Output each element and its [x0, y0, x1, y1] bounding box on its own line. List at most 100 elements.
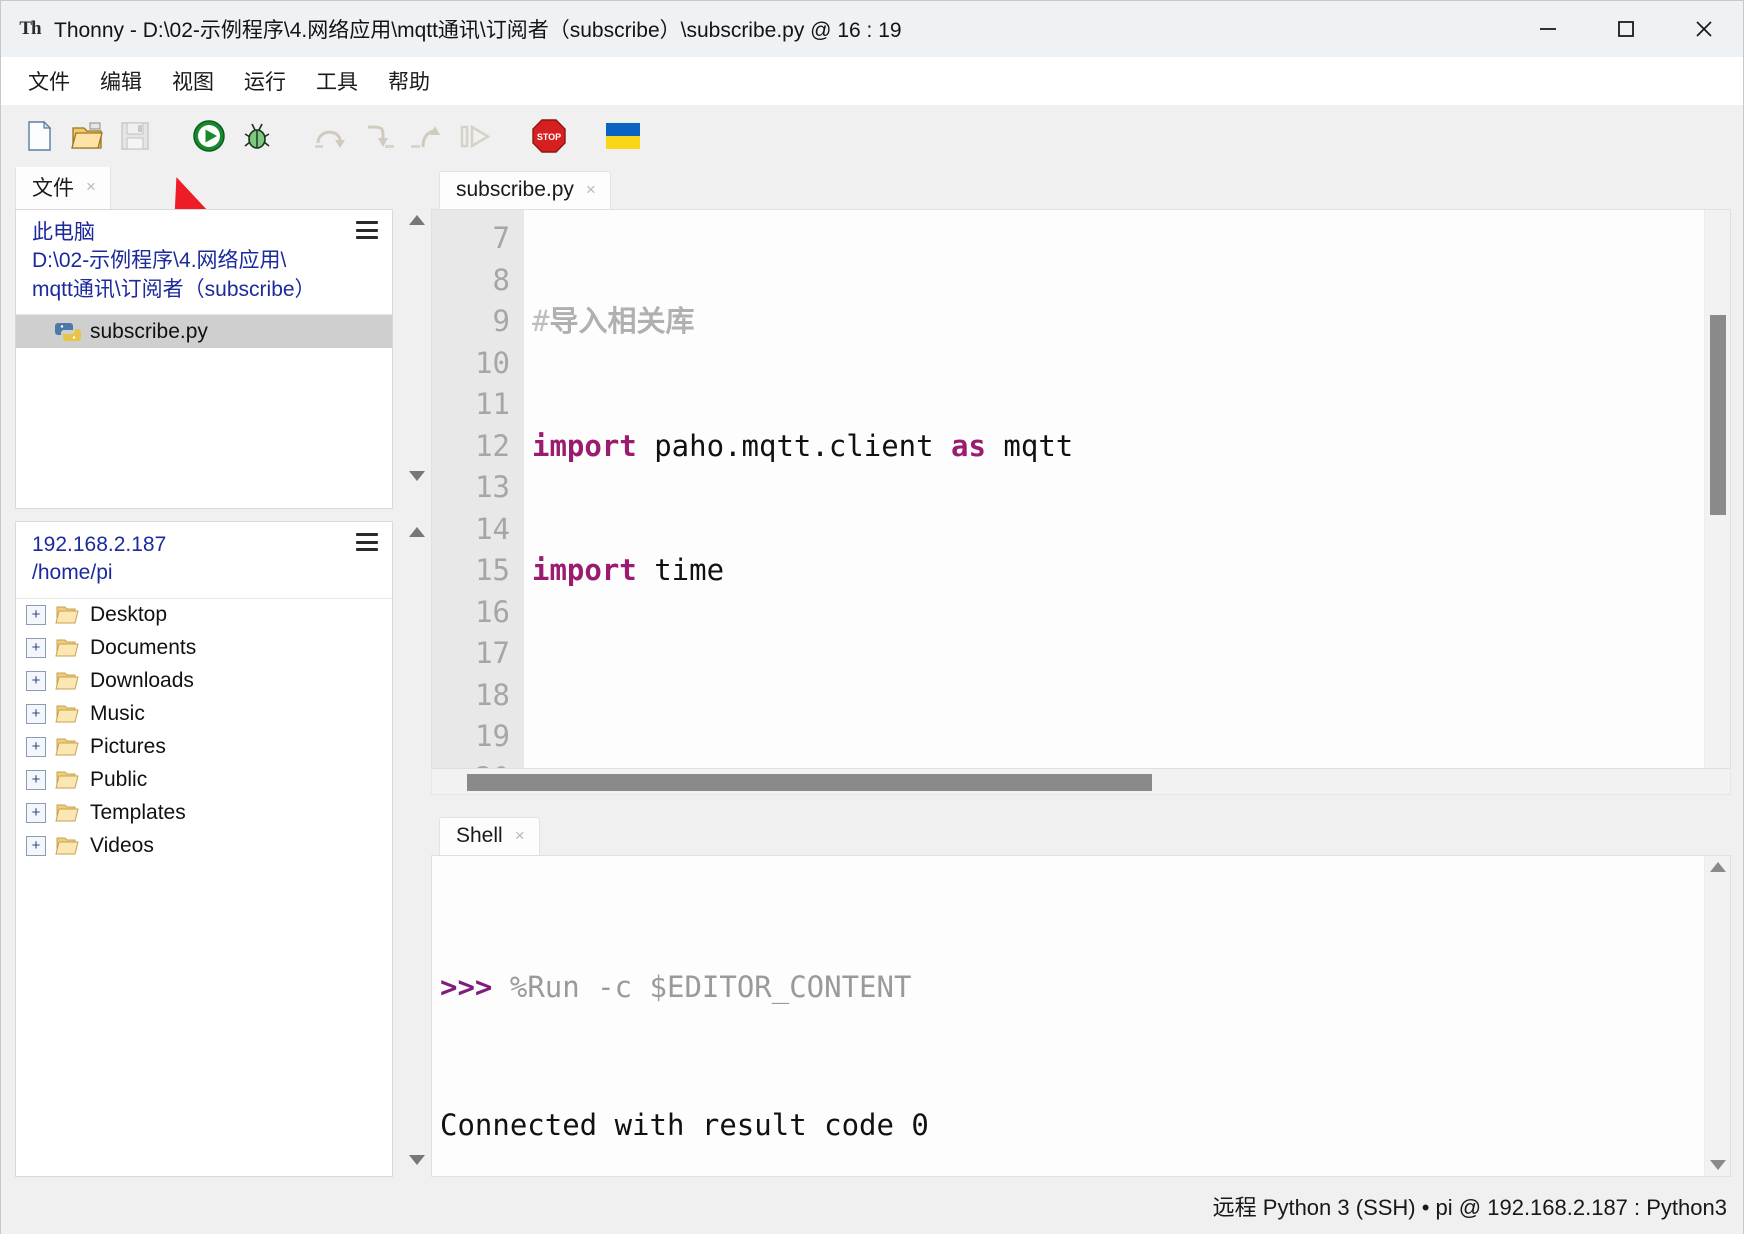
thonny-window: Th Thonny - D:\02-示例程序\4.网络应用\mqtt通讯\订阅者… [0, 0, 1744, 1234]
stop-button[interactable]: STOP [527, 114, 571, 158]
folder-icon [55, 637, 81, 659]
hamburger-menu-icon[interactable] [356, 221, 378, 239]
debug-button[interactable] [235, 114, 279, 158]
interpreter-status[interactable]: 远程 Python 3 (SSH) • pi @ 192.168.2.187 :… [1213, 1190, 1727, 1222]
left-panel: 文件 × 此电脑 D:\02-示例程序\4.网络应用\ mqtt通讯\订阅者（s… [1, 165, 431, 1177]
list-item[interactable]: + Downloads [16, 665, 392, 698]
scroll-down-icon[interactable] [409, 1155, 425, 1165]
list-item-label: Templates [90, 801, 186, 825]
expand-icon[interactable]: + [26, 671, 46, 692]
list-item[interactable]: + Desktop [16, 599, 392, 632]
svg-text:STOP: STOP [537, 132, 561, 142]
new-file-button[interactable] [17, 114, 61, 158]
step-over-button[interactable] [309, 114, 353, 158]
expand-icon[interactable]: + [26, 737, 46, 758]
shell-command: %Run -c $EDITOR_CONTENT [509, 970, 912, 1004]
menu-tools[interactable]: 工具 [303, 61, 371, 101]
shell-output-text: Connected with result code 0 [440, 1108, 929, 1142]
local-browser-scrollbar[interactable] [403, 209, 431, 509]
folder-icon [55, 802, 81, 824]
editor-body: 7 8 9 10 11 12 13 14 15 16 17 18 19 #导入相… [431, 209, 1731, 769]
close-icon[interactable]: × [586, 180, 596, 200]
shell-prompt: >>> [440, 970, 493, 1004]
tab-shell-label: Shell [456, 824, 503, 847]
expand-icon[interactable]: + [26, 770, 46, 791]
expand-icon[interactable]: + [26, 638, 46, 659]
shell-body[interactable]: >>> %Run -c $EDITOR_CONTENT Connected wi… [431, 855, 1731, 1177]
code-text[interactable]: #导入相关库 import paho.mqtt.client as mqtt i… [524, 210, 1704, 768]
menu-edit[interactable]: 编辑 [87, 61, 155, 101]
remote-path: /home/pi [32, 561, 113, 585]
toolbar-separator-1 [161, 114, 183, 158]
list-item[interactable]: + Videos [16, 830, 392, 863]
remote-path-header[interactable]: 192.168.2.187 /home/pi [16, 522, 392, 599]
editor-pane: subscribe.py × 7 8 9 10 11 12 13 14 15 1… [431, 167, 1731, 795]
ukraine-flag-icon[interactable] [601, 114, 645, 158]
folder-icon [55, 703, 81, 725]
list-item[interactable]: + Pictures [16, 731, 392, 764]
expand-icon[interactable]: + [26, 803, 46, 824]
close-button[interactable] [1665, 1, 1743, 57]
expand-icon[interactable]: + [26, 704, 46, 725]
remote-browser-scrollbar[interactable] [403, 521, 431, 1177]
scroll-up-icon[interactable] [409, 527, 425, 537]
menu-file[interactable]: 文件 [15, 61, 83, 101]
scroll-up-icon[interactable] [409, 215, 425, 225]
close-icon[interactable]: × [515, 826, 525, 846]
list-item-label: Pictures [90, 735, 166, 759]
open-file-button[interactable] [65, 114, 109, 158]
scrollbar-thumb[interactable] [467, 774, 1152, 791]
shell-vertical-scrollbar[interactable] [1704, 856, 1730, 1176]
line-number: 18 [475, 677, 510, 712]
step-into-button[interactable] [357, 114, 401, 158]
expand-icon[interactable]: + [26, 605, 46, 626]
scroll-up-icon[interactable] [1709, 862, 1726, 872]
expand-icon[interactable]: + [26, 836, 46, 857]
close-icon[interactable]: × [86, 177, 96, 197]
list-item-label: Public [90, 768, 148, 792]
list-item[interactable]: subscribe.py [16, 315, 392, 349]
code-area[interactable]: 7 8 9 10 11 12 13 14 15 16 17 18 19 #导入相… [432, 210, 1704, 768]
scroll-down-icon[interactable] [1709, 1160, 1726, 1170]
scroll-down-icon[interactable] [409, 471, 425, 481]
scrollbar-thumb[interactable] [1710, 315, 1726, 515]
resume-button[interactable] [453, 114, 497, 158]
list-item[interactable]: + Templates [16, 797, 392, 830]
status-bar: 远程 Python 3 (SSH) • pi @ 192.168.2.187 :… [1, 1177, 1743, 1234]
tab-shell[interactable]: Shell × [439, 817, 540, 855]
menu-view[interactable]: 视图 [159, 61, 227, 101]
local-path-header[interactable]: 此电脑 D:\02-示例程序\4.网络应用\ mqtt通讯\订阅者（subscr… [16, 210, 392, 316]
maximize-button[interactable] [1587, 1, 1665, 57]
list-item-label: Videos [90, 834, 154, 858]
editor-vertical-scrollbar[interactable] [1704, 210, 1730, 768]
local-file-browser: 此电脑 D:\02-示例程序\4.网络应用\ mqtt通讯\订阅者（subscr… [15, 209, 393, 509]
minimize-button[interactable] [1509, 1, 1587, 57]
shell-command-line: >>> %Run -c $EDITOR_CONTENT [440, 964, 1704, 1010]
shell-output[interactable]: >>> %Run -c $EDITOR_CONTENT Connected wi… [432, 856, 1704, 1176]
save-button[interactable] [113, 114, 157, 158]
shell-output-line: Connected with result code 0 [440, 1102, 1704, 1148]
line-number: 11 [475, 387, 510, 421]
line-number: 8 [492, 262, 510, 297]
tab-files[interactable]: 文件 × [15, 165, 111, 209]
main-body: 文件 × 此电脑 D:\02-示例程序\4.网络应用\ mqtt通讯\订阅者（s… [1, 165, 1743, 1177]
run-button[interactable] [187, 114, 231, 158]
menu-help[interactable]: 帮助 [375, 61, 443, 101]
code-line-9: import time [532, 553, 725, 587]
files-tabbar: 文件 × [1, 165, 431, 209]
list-item-label: Desktop [90, 603, 168, 627]
line-number: 13 [475, 470, 510, 504]
line-number: 16 [475, 594, 510, 629]
list-item[interactable]: + Music [16, 698, 392, 731]
toolbar-separator-3 [501, 114, 523, 158]
hamburger-menu-icon[interactable] [356, 533, 378, 551]
remote-folder-list: + Desktop + Documents + Downloads + Musi… [16, 598, 392, 1176]
list-item[interactable]: + Documents [16, 632, 392, 665]
editor-horizontal-scrollbar[interactable] [431, 769, 1731, 795]
left-panel-scrollbars [403, 209, 431, 1177]
step-out-button[interactable] [405, 114, 449, 158]
list-item[interactable]: + Public [16, 764, 392, 797]
menu-run[interactable]: 运行 [231, 61, 299, 101]
tab-subscribe-py[interactable]: subscribe.py × [439, 171, 611, 209]
line-number: 9 [492, 304, 510, 338]
